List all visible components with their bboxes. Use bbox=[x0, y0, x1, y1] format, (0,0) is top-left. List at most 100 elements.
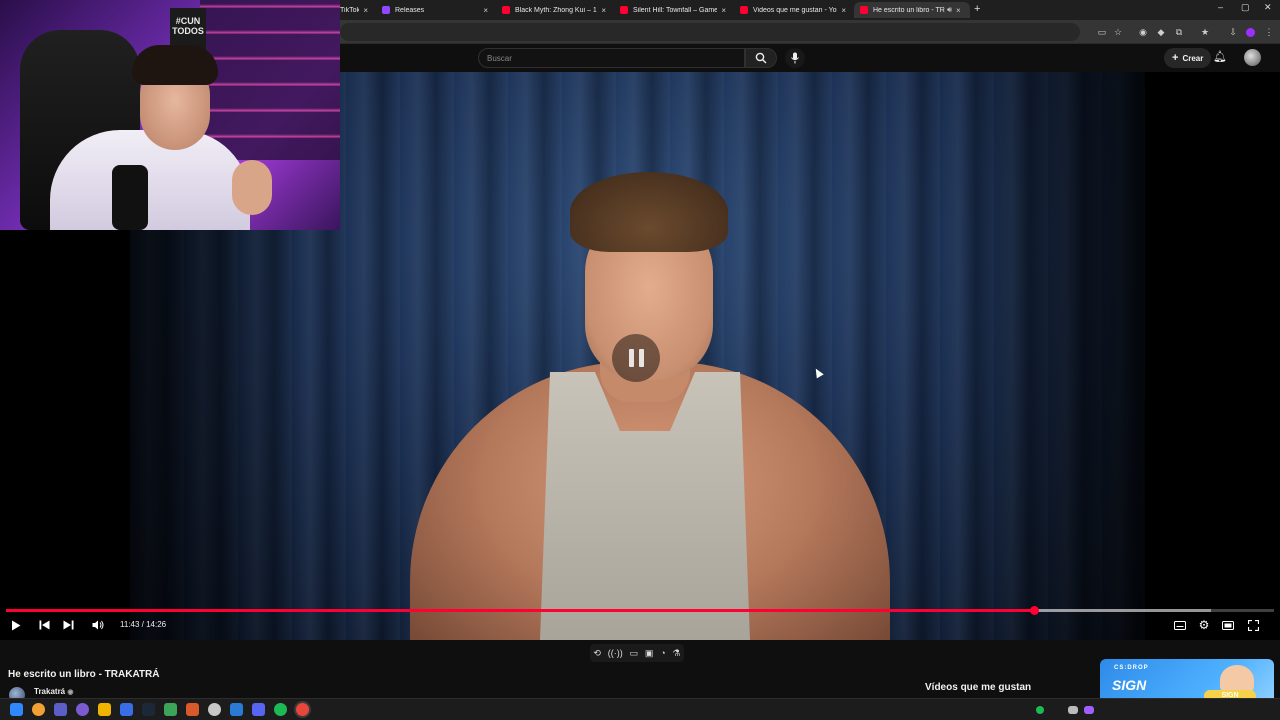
youtube-icon bbox=[502, 6, 510, 14]
play-button[interactable] bbox=[8, 618, 24, 632]
profile-icon[interactable] bbox=[1243, 25, 1257, 39]
tab-label: Releases bbox=[395, 6, 425, 14]
app-blue-icon[interactable] bbox=[120, 703, 133, 716]
steam-icon[interactable] bbox=[142, 703, 155, 716]
maximize-button[interactable]: ▢ bbox=[1241, 2, 1250, 13]
tab-tiktok[interactable]: TikTok × bbox=[334, 2, 374, 18]
miniplayer-icon[interactable]: ▭ bbox=[630, 648, 639, 659]
subtitles-button[interactable] bbox=[1173, 618, 1187, 632]
chrome-icon[interactable] bbox=[296, 703, 309, 716]
channel-name-text: Trakatrá bbox=[34, 687, 66, 696]
plus-icon: + bbox=[1172, 52, 1179, 64]
windows-start-icon[interactable] bbox=[10, 703, 23, 716]
streamer-facecam: #CUN TODOS bbox=[0, 0, 340, 230]
flask-icon[interactable]: ⚗ bbox=[672, 648, 680, 659]
facecam-microphone bbox=[112, 165, 148, 230]
playlist-title[interactable]: Vídeos que me gustan bbox=[925, 682, 1031, 693]
app-gear-icon[interactable] bbox=[208, 703, 221, 716]
search-taskbar-icon[interactable] bbox=[32, 703, 45, 716]
ad-brand: CS:DROP bbox=[1114, 665, 1149, 671]
apps-grid-icon[interactable] bbox=[54, 703, 67, 716]
download-icon[interactable]: ⇩ bbox=[1226, 25, 1240, 39]
facecam-hair bbox=[132, 45, 218, 85]
tab-close-icon[interactable]: × bbox=[363, 6, 368, 15]
settings-gear-icon: ⚙ bbox=[1198, 618, 1210, 632]
tab-close-icon[interactable]: × bbox=[483, 6, 488, 15]
tray-icon-1[interactable] bbox=[1068, 706, 1078, 714]
tab-close-icon[interactable]: × bbox=[956, 6, 961, 15]
tab-close-icon[interactable]: × bbox=[721, 6, 726, 15]
tab-label: TikTok bbox=[340, 6, 360, 14]
browser-menu-icon[interactable]: ⋮ bbox=[1262, 25, 1276, 39]
subtitles-icon bbox=[1174, 620, 1186, 630]
speed-icon[interactable]: ◔ bbox=[660, 648, 665, 658]
tab-label: Silent Hill: Townfall – Gameplay bbox=[633, 6, 718, 14]
search-button[interactable] bbox=[745, 48, 777, 68]
volume-button[interactable] bbox=[90, 618, 106, 632]
app-v-icon[interactable] bbox=[76, 703, 89, 716]
video-person-hair bbox=[570, 172, 728, 252]
settings-button[interactable]: ⚙ bbox=[1197, 618, 1211, 632]
next-button[interactable] bbox=[60, 618, 76, 632]
tray-status-icon[interactable] bbox=[1036, 706, 1044, 714]
extensions-puzzle-icon[interactable]: ⧉ bbox=[1172, 25, 1186, 39]
previous-button[interactable] bbox=[36, 618, 52, 632]
tab-close-icon[interactable]: × bbox=[601, 6, 606, 15]
tab-black-myth[interactable]: Black Myth: Zhong Kui – 15 Mi × bbox=[496, 2, 612, 18]
facecam-shelf bbox=[200, 0, 340, 160]
search-input[interactable]: Buscar bbox=[478, 48, 745, 68]
ad-headline: SIGN bbox=[1112, 677, 1147, 693]
extension-icon-2[interactable]: ◆ bbox=[1154, 25, 1168, 39]
screenshot-icon[interactable]: ▣ bbox=[645, 648, 654, 659]
video-title: He escrito un libro - TRAKATRÁ bbox=[8, 669, 160, 680]
discord-icon[interactable] bbox=[252, 703, 265, 716]
screen: TikTok × Releases × Black Myth: Zhong Ku… bbox=[0, 0, 1280, 720]
bookmarks-icon[interactable]: ★ bbox=[1198, 25, 1212, 39]
youtube-icon bbox=[860, 6, 868, 14]
audio-wave-icon[interactable]: ((·)) bbox=[608, 648, 623, 658]
new-tab-button[interactable]: + bbox=[974, 3, 980, 15]
tab-active-video[interactable]: He escrito un libro - TRAKA 🔊︎ × bbox=[854, 2, 970, 18]
center-pause-indicator[interactable] bbox=[612, 334, 660, 382]
progress-played bbox=[6, 609, 1035, 612]
cast-icon[interactable]: ▭ bbox=[1095, 25, 1109, 39]
notifications-bell-icon[interactable]: 🔔︎ bbox=[1213, 50, 1227, 63]
app-orange-icon[interactable] bbox=[186, 703, 199, 716]
tab-close-icon[interactable]: × bbox=[841, 6, 846, 15]
facecam-hand bbox=[232, 160, 272, 215]
channel-name[interactable]: Trakatrá ◉ bbox=[34, 687, 73, 696]
fullscreen-icon bbox=[1247, 619, 1259, 631]
youtube-icon bbox=[620, 6, 628, 14]
next-icon bbox=[63, 620, 73, 630]
close-window-button[interactable]: ✕ bbox=[1264, 2, 1272, 13]
account-avatar[interactable] bbox=[1244, 49, 1261, 66]
bookmark-star-icon[interactable]: ☆ bbox=[1111, 25, 1125, 39]
progress-scrubber[interactable] bbox=[1029, 606, 1039, 615]
tray-icon-2[interactable] bbox=[1084, 706, 1094, 714]
pause-bar bbox=[628, 349, 634, 367]
voice-search-button[interactable] bbox=[785, 48, 805, 68]
spotify-icon[interactable] bbox=[274, 703, 287, 716]
create-label: Crear bbox=[1182, 53, 1204, 63]
time-display: 11:43 / 14:26 bbox=[120, 620, 167, 629]
progress-bar[interactable] bbox=[6, 606, 1274, 615]
fullscreen-button[interactable] bbox=[1246, 618, 1260, 632]
tab-liked-videos[interactable]: Videos que me gustan - YouTub × bbox=[734, 2, 852, 18]
app-green-icon[interactable] bbox=[164, 703, 177, 716]
audio-icon[interactable]: 🔊︎ bbox=[947, 5, 952, 15]
loop-icon[interactable]: ⟲ bbox=[593, 648, 601, 659]
youtube-icon bbox=[740, 6, 748, 14]
minimize-button[interactable]: – bbox=[1218, 2, 1223, 12]
theater-icon bbox=[1222, 620, 1234, 630]
facecam-shirt bbox=[50, 130, 250, 230]
address-bar[interactable] bbox=[340, 23, 1080, 41]
app-edge-icon[interactable] bbox=[230, 703, 243, 716]
extension-icon-1[interactable]: ◉ bbox=[1136, 25, 1150, 39]
theater-mode-button[interactable] bbox=[1221, 618, 1235, 632]
app-bolt-icon[interactable] bbox=[98, 703, 111, 716]
create-button[interactable]: + Crear bbox=[1164, 48, 1212, 68]
tab-label: Black Myth: Zhong Kui – 15 Mi bbox=[515, 6, 597, 14]
microphone-icon bbox=[791, 52, 799, 64]
tab-releases[interactable]: Releases × bbox=[376, 2, 494, 18]
tab-silent-hill[interactable]: Silent Hill: Townfall – Gameplay × bbox=[614, 2, 732, 18]
